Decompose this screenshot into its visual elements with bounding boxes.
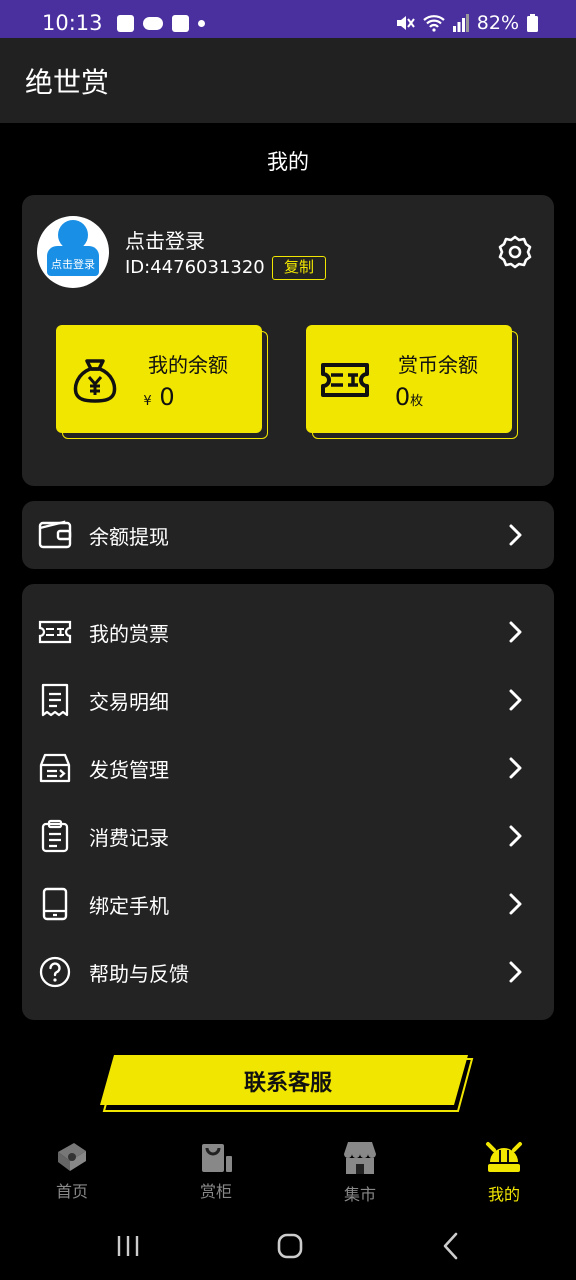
menu-item-label: 消费记录 <box>89 825 169 850</box>
app-title: 绝世赏 <box>25 65 110 99</box>
avatar-login-label: 点击登录 <box>51 258 95 271</box>
market-icon <box>344 1142 376 1174</box>
chevron-right-icon <box>509 621 522 643</box>
profile-card: 点击登录 点击登录 ID:4476031320 复制 我的余额 ¥ 0 赏币余额… <box>22 195 554 486</box>
coin-balance-title: 赏币余额 <box>398 353 478 377</box>
cloud-icon <box>142 16 163 30</box>
wifi-icon <box>423 15 445 32</box>
notification-icons <box>116 14 205 32</box>
back-icon[interactable] <box>442 1232 460 1260</box>
menu-item-transactions[interactable]: 交易明细 <box>22 666 554 734</box>
tab-home[interactable]: 首页 <box>0 1132 144 1212</box>
battery-icon <box>527 14 538 32</box>
gallery-icon <box>116 14 134 32</box>
chevron-right-icon <box>509 757 522 779</box>
contact-service-button[interactable]: 联系客服 <box>100 1055 476 1113</box>
delivery-icon <box>39 753 71 783</box>
page-title: 我的 <box>267 150 309 174</box>
help-icon <box>39 956 71 988</box>
chevron-right-icon <box>509 524 522 546</box>
coin-unit: 枚 <box>410 394 424 409</box>
login-link[interactable]: 点击登录 <box>125 225 205 254</box>
menu-item-tickets[interactable]: 我的赏票 <box>22 598 554 666</box>
coin-balance-value: 0枚 <box>306 383 512 411</box>
phone-icon <box>42 887 68 921</box>
ticket-icon <box>38 620 72 644</box>
contact-service-label: 联系客服 <box>244 1070 333 1096</box>
currency-symbol: ¥ <box>143 394 152 409</box>
menu-item-label: 我的赏票 <box>89 621 169 646</box>
menu-item-delivery[interactable]: 发货管理 <box>22 734 554 802</box>
check-icon <box>171 14 189 32</box>
more-notifications-icon <box>197 19 205 27</box>
menu-item-bind-phone[interactable]: 绑定手机 <box>22 870 554 938</box>
balance-title: 我的余额 <box>148 353 228 377</box>
balance-value: ¥ 0 <box>56 383 262 411</box>
tab-label: 首页 <box>55 1182 88 1201</box>
chevron-right-icon <box>509 689 522 711</box>
tab-label: 集市 <box>343 1185 376 1204</box>
balance-card-face: 我的余额 ¥ 0 <box>56 325 262 433</box>
withdraw-card: 余额提现 <box>22 501 554 569</box>
avatar[interactable]: 点击登录 <box>37 216 109 288</box>
withdraw-row[interactable]: 余额提现 <box>22 501 554 569</box>
gear-icon[interactable] <box>498 235 532 269</box>
menu-item-label: 发货管理 <box>89 757 169 782</box>
tab-market[interactable]: 集市 <box>288 1132 432 1212</box>
copy-id-button[interactable]: 复制 <box>272 256 326 280</box>
menu-item-label: 交易明细 <box>89 689 169 714</box>
clipboard-icon <box>41 819 69 853</box>
tab-mine[interactable]: 我的 <box>432 1132 576 1212</box>
menu-item-help[interactable]: 帮助与反馈 <box>22 938 554 1006</box>
withdraw-label: 余额提现 <box>89 524 169 549</box>
coin-balance-card[interactable]: 赏币余额 0枚 <box>306 325 518 439</box>
menu-card: 我的赏票 交易明细 发货管理 消费记录 绑定手机 帮助与反馈 <box>22 584 554 1020</box>
user-id: ID:4476031320 <box>125 257 265 278</box>
battery-percent: 82% <box>476 12 519 34</box>
menu-item-consumption[interactable]: 消费记录 <box>22 802 554 870</box>
home-button-icon[interactable] <box>276 1232 304 1260</box>
tab-label: 我的 <box>487 1185 520 1204</box>
helmet-icon <box>486 1142 522 1172</box>
system-navigation-bar <box>0 1212 576 1280</box>
coin-amount: 0 <box>394 383 411 411</box>
tab-cabinet[interactable]: 赏柜 <box>144 1132 288 1212</box>
cabinet-icon <box>202 1144 232 1172</box>
chevron-right-icon <box>509 893 522 915</box>
wallet-icon <box>38 520 72 549</box>
menu-item-label: 帮助与反馈 <box>89 961 189 986</box>
balance-amount: 0 <box>159 383 175 411</box>
bottom-navigation: 首页 赏柜 集市 我的 <box>0 1132 576 1212</box>
receipt-icon <box>41 683 69 717</box>
tab-label: 赏柜 <box>199 1182 232 1201</box>
recent-apps-icon[interactable] <box>116 1234 140 1258</box>
coin-card-face: 赏币余额 0枚 <box>306 325 512 433</box>
app-header: 绝世赏 <box>0 38 576 123</box>
signal-icon <box>452 14 469 32</box>
menu-item-label: 绑定手机 <box>89 893 169 918</box>
balance-card[interactable]: 我的余额 ¥ 0 <box>56 325 268 439</box>
home-icon <box>58 1143 86 1171</box>
chevron-right-icon <box>509 961 522 983</box>
mute-icon <box>396 16 415 30</box>
chevron-right-icon <box>509 825 522 847</box>
status-time: 10:13 <box>42 11 103 35</box>
